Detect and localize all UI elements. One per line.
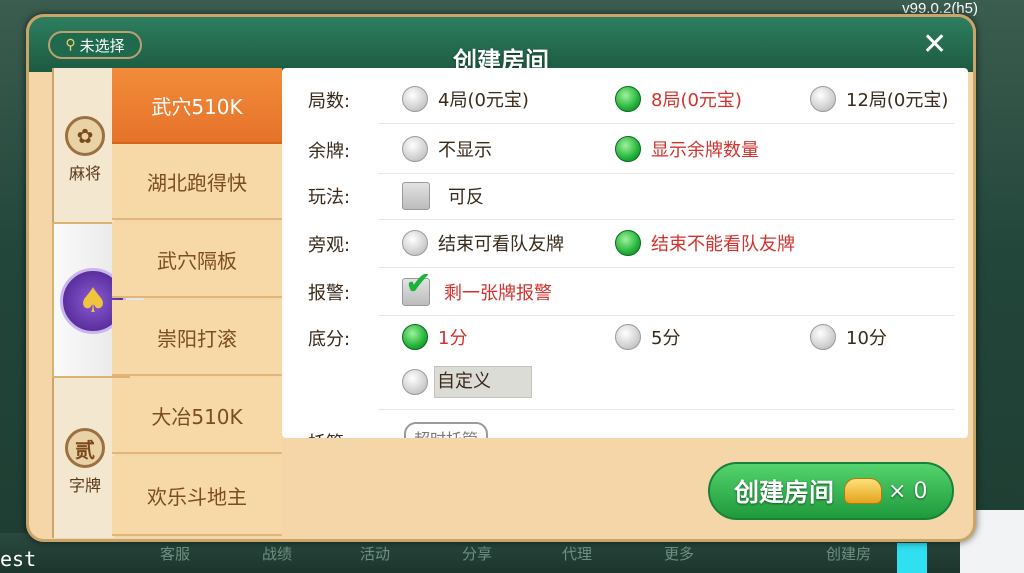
location-label: 未选择 [79, 36, 125, 55]
option-text: 10分 [846, 328, 887, 349]
base-score-row: 底分: 1分 5分 10分 自定义 [282, 314, 968, 410]
menu-item: 活动 [360, 545, 391, 563]
type-tab-zipai[interactable]: 贰 字牌 [54, 428, 116, 496]
type-label: 字牌 [68, 476, 101, 495]
game-item[interactable]: 欢乐斗地主 [112, 456, 282, 536]
play-label: 玩法: [308, 187, 351, 208]
custom-score-input[interactable]: 自定义 [434, 366, 532, 398]
option-text: 剩一张牌报警 [444, 283, 552, 304]
spectate-option-can[interactable]: 结束可看队友牌 [402, 230, 564, 256]
rounds-row: 局数: 4局(0元宝) 8局(0元宝) 12局(0元宝) [282, 76, 968, 124]
create-room-button[interactable]: 创建房间 × 0 [708, 462, 954, 520]
mahjong-icon: ✿ [65, 116, 105, 156]
play-option-fan[interactable]: 可反 [402, 182, 484, 210]
option-text: 可反 [448, 187, 484, 208]
radio-button[interactable] [810, 324, 836, 350]
corner-text: est [0, 547, 37, 571]
trustee-label: 托管: [308, 429, 350, 438]
rounds-option-12[interactable]: 12局(0元宝) [810, 86, 948, 112]
location-pin-icon: ⚲ [65, 37, 76, 53]
option-text: 8局(0元宝) [651, 90, 742, 111]
option-text: 结束不能看队友牌 [651, 234, 795, 255]
remaining-row: 余牌: 不显示 显示余牌数量 [282, 126, 968, 174]
menu-item: 更多 [664, 545, 695, 563]
option-text: 12局(0元宝) [846, 90, 949, 111]
menu-item: 代理 [562, 545, 593, 563]
remaining-label: 余牌: [308, 141, 351, 162]
close-icon[interactable]: ✕ [922, 30, 947, 60]
play-row: 玩法: 可反 [282, 172, 968, 220]
radio-button[interactable] [615, 324, 641, 350]
radio-button-selected[interactable] [402, 324, 428, 350]
game-item[interactable]: 武穴510K [112, 68, 282, 144]
alarm-option[interactable]: ✔ 剩一张牌报警 [402, 267, 552, 306]
game-item[interactable]: 崇阳打滚 [112, 300, 282, 376]
type-label: 麻将 [68, 164, 101, 183]
trustee-row: 托管: 超时托管 [282, 418, 968, 438]
option-text: 4局(0元宝) [438, 90, 529, 111]
spectate-label: 旁观: [308, 235, 351, 256]
game-item[interactable]: 湖北跑得快 [112, 144, 282, 220]
option-text: 5分 [651, 328, 681, 349]
score-option-custom[interactable]: 自定义 [402, 366, 532, 398]
menu-item: 战绩 [262, 545, 293, 563]
checkbox[interactable] [402, 182, 430, 210]
type-tab-mahjong[interactable]: ✿ 麻将 [54, 116, 116, 184]
radio-button[interactable] [810, 86, 836, 112]
gold-ingot-icon [844, 478, 883, 504]
radio-button[interactable] [402, 86, 428, 112]
remaining-option-show[interactable]: 显示余牌数量 [615, 136, 759, 162]
options-panel: 局数: 4局(0元宝) 8局(0元宝) 12局(0元宝) 余牌: 不显示 显示余… [282, 68, 968, 438]
checkbox-checked[interactable]: ✔ [402, 267, 432, 306]
create-room-label: 创建房间 [734, 478, 835, 507]
radio-button-selected[interactable] [615, 136, 641, 162]
game-item[interactable]: 大冶510K [112, 378, 282, 454]
checkmark-icon: ✔ [405, 264, 432, 302]
score-option-1[interactable]: 1分 [402, 324, 467, 350]
option-text: 不显示 [438, 140, 492, 161]
divider [378, 123, 954, 124]
option-text: 1分 [438, 328, 468, 349]
alarm-label: 报警: [308, 283, 351, 304]
zipai-icon: 贰 [65, 428, 105, 468]
radio-button-selected[interactable] [615, 86, 641, 112]
remaining-option-hide[interactable]: 不显示 [402, 136, 492, 162]
radio-button[interactable] [402, 136, 428, 162]
radio-button[interactable] [402, 369, 428, 395]
menu-item: 客服 [160, 545, 191, 563]
rounds-option-4[interactable]: 4局(0元宝) [402, 86, 529, 112]
game-list: 武穴510K 湖北跑得快 武穴隔板 崇阳打滚 大冶510K 欢乐斗地主 [112, 68, 282, 538]
score-option-10[interactable]: 10分 [810, 324, 887, 350]
base-score-label: 底分: [308, 329, 351, 350]
option-text: 显示余牌数量 [651, 140, 759, 161]
menu-item: 创建房 [826, 545, 872, 563]
spectate-row: 旁观: 结束可看队友牌 结束不能看队友牌 [282, 220, 968, 268]
menu-item: 分享 [462, 545, 493, 563]
rounds-label: 局数: [308, 91, 351, 112]
rounds-option-8[interactable]: 8局(0元宝) [615, 86, 742, 112]
option-text: 结束可看队友牌 [438, 234, 564, 255]
location-button[interactable]: ⚲ 未选择 [48, 31, 142, 59]
divider [378, 409, 954, 410]
alarm-row: 报警: ✔ 剩一张牌报警 [282, 267, 968, 316]
spectate-option-cannot[interactable]: 结束不能看队友牌 [615, 230, 795, 256]
dialog-titlebar: 创建房间 [26, 14, 976, 75]
score-option-5[interactable]: 5分 [615, 324, 680, 350]
radio-button-selected[interactable] [615, 230, 641, 256]
trustee-button[interactable]: 超时托管 [404, 422, 489, 438]
game-item[interactable]: 武穴隔板 [112, 222, 282, 298]
radio-button[interactable] [402, 230, 428, 256]
room-cost: × 0 [888, 478, 928, 504]
cyan-block [897, 543, 927, 573]
